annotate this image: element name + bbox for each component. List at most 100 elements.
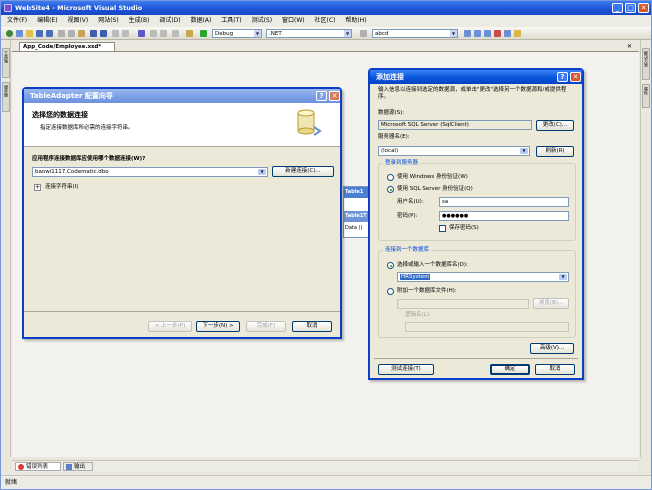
bottom-tool-tabs: 错误列表 输出 <box>12 460 639 472</box>
menu-build[interactable]: 生成(B) <box>129 17 150 24</box>
menu-website[interactable]: 网站(S) <box>98 17 119 24</box>
breakpoint-icon[interactable] <box>186 30 193 37</box>
menu-help[interactable]: 帮助(H) <box>345 17 366 24</box>
back-icon[interactable] <box>6 30 13 37</box>
start-page-icon[interactable] <box>514 30 521 37</box>
add-connection-title-bar: 添加连接 <box>370 70 582 84</box>
menu-window[interactable]: 窗口(W) <box>282 17 305 24</box>
connection-select[interactable]: baowi1117.Codematic.dbo ▼ <box>32 167 268 177</box>
error-icon <box>18 464 24 470</box>
minimize-button[interactable]: _ <box>612 3 623 13</box>
menu-tools[interactable]: 工具(T) <box>221 17 241 24</box>
error-list-tab[interactable]: 错误列表 <box>15 462 61 471</box>
properties-side-tab[interactable]: 属性 <box>642 84 650 108</box>
document-tab[interactable]: App_Code/Employee.xsd* <box>19 42 115 51</box>
advanced-button[interactable]: 高级(V)... <box>530 343 574 354</box>
chevron-down-icon: ▼ <box>254 30 261 37</box>
solution-explorer-side-tab[interactable]: 解决方案 <box>642 48 650 80</box>
database-group: 连接到一个数据库 选择或输入一个数据库名(D): HRSystem ▼ 附加一个数… <box>378 247 576 338</box>
redo-icon[interactable] <box>100 30 107 37</box>
sql-auth-radio[interactable] <box>387 186 394 193</box>
browse-button[interactable]: 浏览(B)... <box>533 298 569 309</box>
navigate-backward-icon[interactable] <box>112 30 119 37</box>
next-button[interactable]: 下一步(N) > <box>196 321 240 332</box>
close-button[interactable]: ✕ <box>638 3 649 13</box>
open-file-icon[interactable] <box>26 30 33 37</box>
tableadapter-wizard-dialog: TableAdapter 配置向导 ? ✕ 选择您的数据连接 指定连接数据库所必… <box>22 87 342 339</box>
wizard-heading: 选择您的数据连接 <box>32 111 88 119</box>
logical-name-label: 逻辑名(L): <box>405 312 431 318</box>
chevron-down-icon: ▼ <box>344 30 351 37</box>
server-name-select[interactable]: (local) ▼ <box>378 146 530 156</box>
right-dock-strip: 解决方案 属性 <box>640 40 651 457</box>
password-input[interactable]: ●●●●●● <box>439 211 569 221</box>
cut-icon[interactable] <box>58 30 65 37</box>
menu-debug[interactable]: 调试(D) <box>159 17 180 24</box>
attach-database-label: 附加一个数据库文件(H): <box>397 288 457 294</box>
menu-file[interactable]: 文件(F) <box>7 17 27 24</box>
save-password-checkbox[interactable] <box>439 225 446 232</box>
expand-icon[interactable]: + <box>34 184 41 191</box>
start-debugging-icon[interactable] <box>200 30 207 37</box>
copy-icon[interactable] <box>68 30 75 37</box>
bookmark-icon[interactable] <box>172 30 179 37</box>
help-button[interactable]: ? <box>557 72 568 82</box>
windows-auth-radio[interactable] <box>387 174 394 181</box>
menu-data[interactable]: 数据(A) <box>191 17 212 24</box>
finish-button[interactable]: 完成(F) <box>246 321 286 332</box>
designer-table-method: Data () <box>345 225 363 231</box>
navigate-forward-icon[interactable] <box>122 30 129 37</box>
menu-edit[interactable]: 编辑(E) <box>37 17 57 24</box>
close-document-icon[interactable]: ✕ <box>627 43 632 50</box>
attach-database-radio[interactable] <box>387 288 394 295</box>
output-tab[interactable]: 输出 <box>63 462 93 471</box>
back-button[interactable]: < 上一步(P) <box>148 321 192 332</box>
new-query-icon[interactable] <box>138 30 145 37</box>
save-all-icon[interactable] <box>46 30 53 37</box>
solution-config-select[interactable]: Debug ▼ <box>212 29 262 38</box>
designer-table[interactable]: Table1 Table1T Data () <box>343 186 369 238</box>
find-icon[interactable] <box>464 30 471 37</box>
uncomment-icon[interactable] <box>160 30 167 37</box>
platform-select[interactable]: .NET ▼ <box>266 29 352 38</box>
error-list-tab-label: 错误列表 <box>26 464 49 470</box>
login-group: 登录到服务器 使用 Windows 身份验证(W) 使用 SQL Server … <box>378 160 576 241</box>
new-project-icon[interactable] <box>16 30 23 37</box>
close-icon[interactable]: ✕ <box>570 72 581 82</box>
ok-button[interactable]: 确定 <box>490 364 530 375</box>
cancel-button[interactable]: 取消 <box>535 364 575 375</box>
server-name-label: 服务器名(E): <box>378 134 410 140</box>
change-datasource-button[interactable]: 更改(C)... <box>536 120 574 131</box>
help-button[interactable]: ? <box>316 91 327 101</box>
maximize-button[interactable]: □ <box>625 3 636 13</box>
refresh-button[interactable]: 刷新(R) <box>536 146 574 157</box>
close-icon[interactable]: ✕ <box>329 91 340 101</box>
visual-studio-icon <box>4 4 12 12</box>
find-in-files-icon[interactable] <box>360 30 367 37</box>
object-browser-icon[interactable] <box>504 30 511 37</box>
username-input[interactable]: sa <box>439 197 569 207</box>
cancel-button[interactable]: 取消 <box>292 321 332 332</box>
solution-explorer-icon[interactable] <box>474 30 481 37</box>
menu-view[interactable]: 视图(V) <box>67 17 88 24</box>
left-dock-strip: 工具箱 服务器 <box>1 40 11 457</box>
toolbox-side-tab[interactable]: 工具箱 <box>2 48 10 78</box>
undo-icon[interactable] <box>90 30 97 37</box>
find-value: abcd <box>375 31 389 37</box>
menu-community[interactable]: 社区(C) <box>315 17 336 24</box>
password-label: 密码(P): <box>397 213 418 219</box>
select-database-radio[interactable] <box>387 262 394 269</box>
chevron-down-icon: ▼ <box>520 148 528 154</box>
database-name-select[interactable]: HRSystem ▼ <box>397 272 569 282</box>
server-name-value: (local) <box>381 148 399 154</box>
menu-test[interactable]: 测试(S) <box>252 17 273 24</box>
save-icon[interactable] <box>36 30 43 37</box>
find-combo[interactable]: abcd ▼ <box>372 29 458 38</box>
new-connection-button[interactable]: 新建连接(C)... <box>272 166 334 177</box>
toolbox-icon[interactable] <box>494 30 501 37</box>
comment-icon[interactable] <box>150 30 157 37</box>
paste-icon[interactable] <box>78 30 85 37</box>
server-explorer-side-tab[interactable]: 服务器 <box>2 82 10 112</box>
test-connection-button[interactable]: 测试连接(T) <box>378 364 434 375</box>
properties-icon[interactable] <box>484 30 491 37</box>
